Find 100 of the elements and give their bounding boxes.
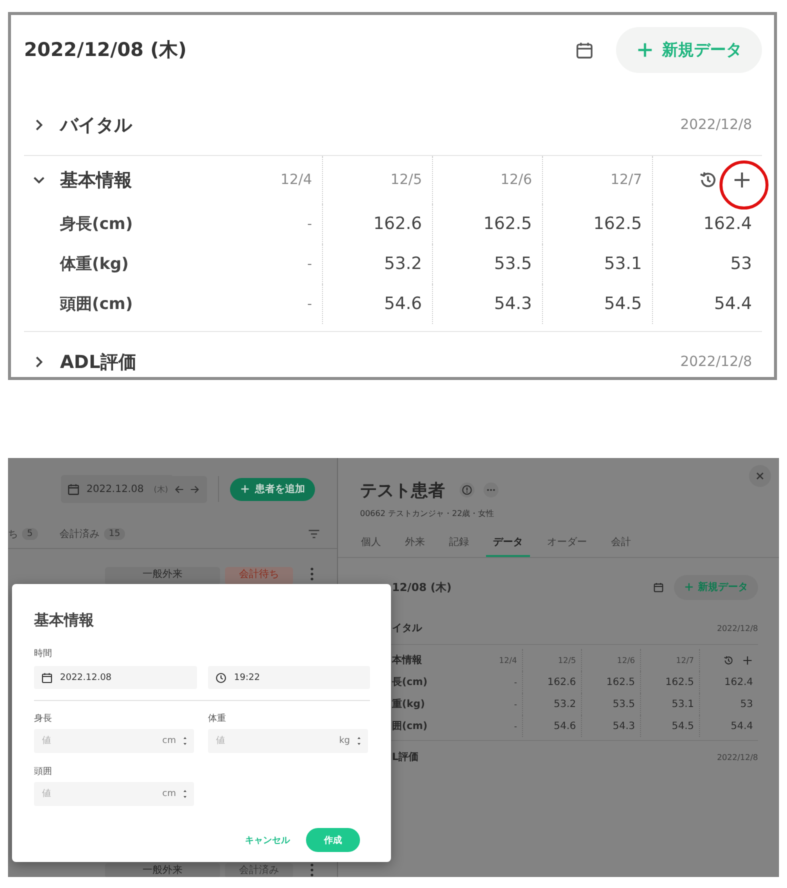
plus-icon (240, 484, 250, 494)
row-label: 体重(kg) (60, 254, 129, 274)
table-cell: 54.5 (604, 294, 642, 314)
table-cell: 54.3 (612, 720, 635, 732)
new-data-button[interactable]: 新規データ (616, 27, 762, 73)
date-text: 2022.12.08 (86, 484, 144, 494)
patient-name: テスト患者 (360, 480, 445, 502)
tab[interactable]: 会計 (604, 529, 638, 557)
unit-label: kg (339, 735, 350, 747)
table-cell: 162.5 (593, 214, 642, 234)
section-title: L評価 (392, 750, 418, 764)
table-cell: 53.1 (672, 698, 694, 710)
history-icon[interactable] (698, 170, 718, 190)
tab[interactable]: 記録 (442, 529, 476, 557)
table-cell: - (514, 700, 517, 708)
tab[interactable]: オーダー (540, 529, 594, 557)
table-cell: 54.6 (384, 294, 422, 314)
field-label: 身長 (34, 713, 53, 725)
cancel-button[interactable]: キャンセル (243, 834, 292, 846)
table-cell: 53.2 (554, 698, 576, 710)
row-label: 長(cm) (392, 676, 428, 689)
spinner-icon[interactable] (182, 735, 188, 747)
patient-info: 00662 テストカンジャ・22歳・女性 (360, 508, 496, 519)
row-label: 頭囲(cm) (60, 294, 133, 314)
plus-icon (684, 582, 694, 592)
table-cell: - (307, 216, 312, 232)
date-title: 2022/12/08 (木) (24, 38, 188, 63)
table-cell: 53.1 (604, 254, 642, 274)
time-field[interactable]: 19:22 (208, 666, 370, 689)
calendar-icon (67, 482, 80, 496)
field-label: 頭囲 (34, 766, 53, 778)
highlight-circle (718, 159, 770, 211)
column-date: 12/6 (617, 656, 635, 664)
tab-label[interactable]: 会計済み (60, 527, 100, 541)
count-badge: 5 (22, 528, 38, 540)
spinner-icon[interactable] (182, 788, 188, 800)
count-badge: 15 (104, 528, 126, 540)
column-date: 12/7 (676, 656, 694, 664)
section-date: 2022/12/8 (680, 117, 753, 133)
section-title: バイタル (60, 114, 132, 137)
table-cell: 162.6 (547, 676, 576, 688)
table-cell: 162.4 (703, 214, 752, 234)
table-cell: 54.6 (554, 720, 576, 732)
table-cell: 53 (740, 698, 753, 710)
status-tag: 会計済み (225, 863, 293, 877)
dialog-title: 基本情報 (34, 610, 95, 630)
section-title: 本情報 (392, 654, 422, 667)
tab[interactable]: 外来 (398, 529, 432, 557)
clock-icon (215, 672, 227, 684)
more-icon[interactable] (310, 863, 314, 877)
table-cell: 53.5 (612, 698, 635, 710)
create-button[interactable]: 作成 (306, 828, 360, 852)
history-icon[interactable] (723, 654, 734, 666)
table-cell: - (307, 296, 312, 312)
column-date: 12/5 (390, 172, 422, 188)
more-icon[interactable] (483, 482, 499, 498)
calendar-icon[interactable] (575, 40, 594, 60)
tab[interactable]: データ (486, 529, 530, 557)
table-cell: - (514, 722, 517, 730)
info-icon[interactable] (459, 482, 475, 498)
status-tag: 一般外来 (105, 567, 220, 585)
add-icon[interactable] (742, 654, 753, 666)
close-button[interactable] (749, 465, 771, 487)
column-date: 12/5 (558, 656, 576, 664)
row-label: 身長(cm) (60, 214, 133, 234)
table-cell: 54.4 (730, 720, 753, 732)
add-icon[interactable] (732, 170, 752, 190)
table-cell: 162.5 (606, 676, 635, 688)
spinner-icon[interactable] (356, 735, 362, 747)
date-field[interactable]: 2022.12.08 (34, 666, 197, 689)
table-cell: 53.2 (384, 254, 422, 274)
column-date: 12/4 (499, 656, 517, 664)
field-label: 時間 (34, 648, 53, 660)
column-date: 12/6 (500, 172, 532, 188)
unit-label: cm (162, 788, 176, 800)
table-cell: 53.5 (494, 254, 532, 274)
row-label: 囲(cm) (392, 720, 428, 733)
row-label: 重(kg) (392, 698, 425, 711)
section-date: 2022/12/8 (716, 752, 758, 762)
more-icon[interactable] (310, 567, 314, 581)
section-date: 2022/12/8 (716, 624, 758, 632)
arrow-right-icon[interactable] (187, 476, 207, 502)
plus-icon (636, 41, 654, 59)
table-cell: - (514, 678, 517, 686)
tab[interactable]: 個人 (354, 529, 388, 557)
table-cell: 54.5 (672, 720, 694, 732)
table-cell: 54.4 (714, 294, 752, 314)
table-cell: 54.3 (494, 294, 532, 314)
table-cell: - (307, 256, 312, 272)
table-cell: 53 (730, 254, 752, 274)
column-date: 12/7 (610, 172, 642, 188)
tab-label[interactable]: ち (8, 527, 18, 541)
close-icon (755, 471, 765, 481)
section-title: イタル (392, 622, 422, 635)
section-title: ADL評価 (60, 351, 136, 374)
calendar-icon[interactable] (653, 582, 664, 592)
filter-icon[interactable] (307, 527, 321, 541)
table-cell: 162.5 (483, 214, 532, 234)
add-patient-button[interactable]: 患者を追加 (230, 478, 315, 500)
status-tag: 一般外来 (105, 863, 220, 877)
